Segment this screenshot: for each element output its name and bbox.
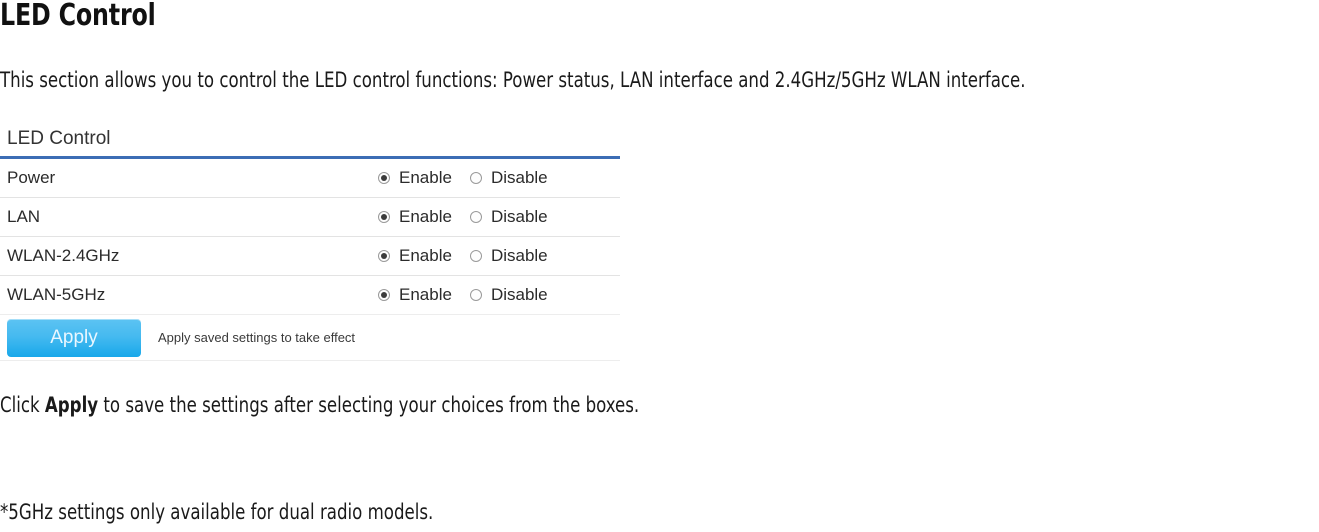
radio-disable-label: Disable: [490, 207, 548, 226]
led-control-panel: LED Control Power Enable Disable LAN Enable D…: [0, 124, 620, 361]
radio-group: Enable Disable: [378, 198, 548, 236]
led-settings-table: Power Enable Disable LAN Enable Disable WLAN-2…: [0, 159, 620, 315]
radio-option-disable[interactable]: Disable: [469, 285, 548, 305]
radio-enable-icon[interactable]: [378, 172, 390, 184]
radio-group: Enable Disable: [378, 159, 548, 197]
radio-enable-icon[interactable]: [378, 211, 390, 223]
radio-option-disable[interactable]: Disable: [469, 207, 548, 227]
click-apply-paragraph: Click Apply to save the settings after s…: [0, 393, 640, 417]
panel-title: LED Control: [7, 128, 111, 149]
page-title: LED Control: [0, 0, 156, 33]
radio-option-disable[interactable]: Disable: [469, 168, 548, 188]
apply-keyword: Apply: [44, 393, 99, 417]
radio-enable-icon[interactable]: [378, 289, 390, 301]
footnote-paragraph: *5GHz settings only available for dual r…: [0, 500, 434, 524]
radio-disable-label: Disable: [490, 246, 548, 265]
radio-option-enable[interactable]: Enable: [378, 246, 452, 266]
apply-button[interactable]: Apply: [7, 318, 141, 357]
radio-option-enable[interactable]: Enable: [378, 168, 452, 188]
intro-paragraph: This section allows you to control the L…: [0, 68, 1026, 92]
radio-enable-label: Enable: [399, 207, 452, 226]
radio-disable-label: Disable: [490, 168, 548, 187]
row-label: Power: [7, 168, 56, 187]
radio-group: Enable Disable: [378, 237, 548, 275]
radio-disable-icon[interactable]: [469, 172, 482, 184]
radio-enable-label: Enable: [399, 285, 452, 304]
radio-enable-icon[interactable]: [378, 250, 390, 262]
radio-enable-label: Enable: [399, 246, 452, 265]
table-row: WLAN-2.4GHz Enable Disable: [0, 237, 620, 276]
radio-option-enable[interactable]: Enable: [378, 207, 452, 227]
radio-option-enable[interactable]: Enable: [378, 285, 452, 305]
radio-group: Enable Disable: [378, 276, 548, 314]
radio-disable-label: Disable: [490, 285, 548, 304]
apply-hint-text: Apply saved settings to take effect: [158, 330, 356, 345]
row-label: WLAN-2.4GHz: [7, 246, 120, 265]
radio-disable-icon[interactable]: [469, 211, 482, 223]
radio-option-disable[interactable]: Disable: [469, 246, 548, 266]
row-label: LAN: [7, 207, 41, 226]
apply-row: Apply Apply saved settings to take effec…: [0, 315, 620, 361]
radio-disable-icon[interactable]: [469, 289, 482, 301]
table-row: Power Enable Disable: [0, 159, 620, 198]
row-label: WLAN-5GHz: [7, 285, 106, 304]
radio-enable-label: Enable: [399, 168, 452, 187]
table-row: LAN Enable Disable: [0, 198, 620, 237]
radio-disable-icon[interactable]: [469, 250, 482, 262]
table-row: WLAN-5GHz Enable Disable: [0, 276, 620, 315]
